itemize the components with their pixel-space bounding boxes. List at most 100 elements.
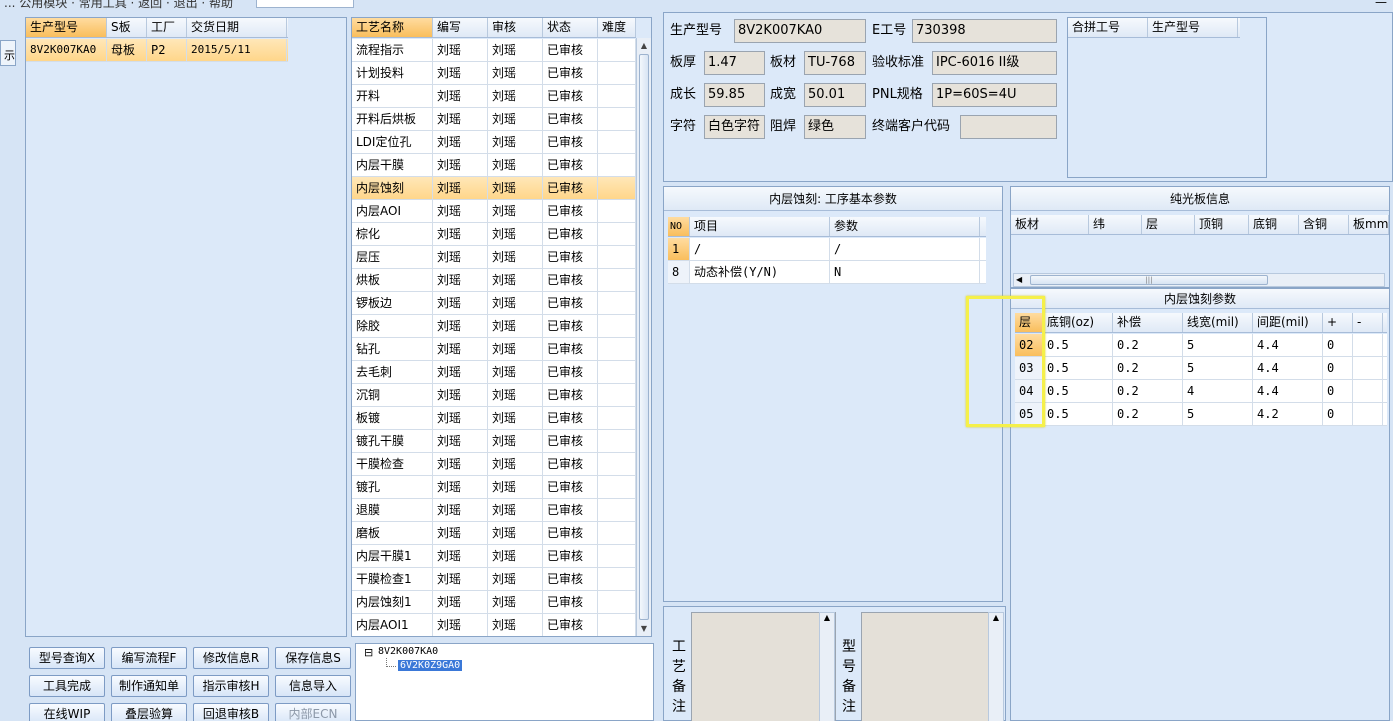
left-side-tab[interactable]: 示 — [0, 40, 16, 66]
model-query-button[interactable]: 型号查询X — [29, 647, 105, 669]
make-notice-button[interactable]: 制作通知单 — [111, 675, 187, 697]
scroll-up-icon[interactable]: ▲ — [638, 39, 650, 52]
col-process-name[interactable]: 工艺名称 — [352, 18, 433, 37]
online-wip-button[interactable]: 在线WIP — [29, 703, 105, 721]
customer-code-field[interactable] — [960, 115, 1057, 139]
process-row[interactable]: 开料 刘瑶 刘瑶 已审核 — [352, 85, 636, 108]
process-row[interactable]: 除胶 刘瑶 刘瑶 已审核 — [352, 315, 636, 338]
top-search-box[interactable] — [256, 0, 354, 8]
tree-expander-icon[interactable]: ⊟ — [364, 646, 373, 659]
eno-field[interactable]: 730398 — [912, 19, 1057, 43]
col-model[interactable]: 生产型号 — [26, 18, 107, 37]
process-row[interactable]: 开料后烘板 刘瑶 刘瑶 已审核 — [352, 108, 636, 131]
close-icon[interactable]: — — [1375, 0, 1387, 9]
info-import-button[interactable]: 信息导入 — [275, 675, 351, 697]
process-row[interactable]: 内层蚀刻 刘瑶 刘瑶 已审核 — [352, 177, 636, 200]
col-plus[interactable]: + — [1323, 313, 1353, 332]
process-row[interactable]: 烘板 刘瑶 刘瑶 已审核 — [352, 269, 636, 292]
scroll-down-icon[interactable]: ▼ — [638, 622, 650, 635]
col-param[interactable]: 参数 — [830, 217, 980, 236]
col-weft[interactable]: 纬 — [1089, 215, 1142, 234]
col-layer[interactable]: 层 — [1142, 215, 1195, 234]
thickness-field[interactable]: 1.47 — [704, 51, 765, 75]
standard-field[interactable]: IPC-6016 II级 — [932, 51, 1057, 75]
instruction-review-button[interactable]: 指示审核H — [193, 675, 269, 697]
table-row[interactable]: 1 / / — [668, 238, 986, 261]
col-item[interactable]: 项目 — [690, 217, 830, 236]
process-row[interactable]: 内层蚀刻1 刘瑶 刘瑶 已审核 — [352, 591, 636, 614]
plain-board-hscroll[interactable]: ◀ ||| — [1013, 273, 1385, 287]
process-row[interactable]: 镀孔 刘瑶 刘瑶 已审核 — [352, 476, 636, 499]
material-field[interactable]: TU-768 — [804, 51, 866, 75]
width-field[interactable]: 50.01 — [804, 83, 866, 107]
col-line-width[interactable]: 线宽(mil) — [1183, 313, 1253, 332]
table-row[interactable]: 8 动态补偿(Y/N) N — [668, 261, 986, 284]
col-layer-no[interactable]: 层 — [1015, 313, 1043, 332]
col-minus[interactable]: - — [1353, 313, 1383, 332]
tree-child-node[interactable]: 6V2K0Z9GA0 — [398, 660, 463, 671]
col-top-copper[interactable]: 顶铜 — [1195, 215, 1249, 234]
col-no[interactable]: NO — [668, 217, 690, 236]
process-row[interactable]: 去毛刺 刘瑶 刘瑶 已审核 — [352, 361, 636, 384]
layer-row[interactable]: 03 0.5 0.2 5 4.4 0 — [1015, 357, 1387, 380]
process-row[interactable]: 钻孔 刘瑶 刘瑶 已审核 — [352, 338, 636, 361]
process-row[interactable]: LDI定位孔 刘瑶 刘瑶 已审核 — [352, 131, 636, 154]
col-author[interactable]: 编写 — [433, 18, 488, 37]
scroll-left-icon[interactable]: ◀ — [1016, 274, 1022, 286]
process-row[interactable]: 沉铜 刘瑶 刘瑶 已审核 — [352, 384, 636, 407]
process-row[interactable]: 锣板边 刘瑶 刘瑶 已审核 — [352, 292, 636, 315]
col-combine-no[interactable]: 合拼工号 — [1068, 18, 1148, 37]
col-base-copper[interactable]: 底铜(oz) — [1043, 313, 1113, 332]
model-memo-field[interactable] — [861, 612, 1004, 721]
scroll-up-icon[interactable]: ▲ — [820, 613, 834, 622]
layer-row[interactable]: 05 0.5 0.2 5 4.2 0 — [1015, 403, 1387, 426]
col-board-material[interactable]: 板材 — [1011, 215, 1089, 234]
process-row[interactable]: 板镀 刘瑶 刘瑶 已审核 — [352, 407, 636, 430]
process-row[interactable]: 流程指示 刘瑶 刘瑶 已审核 — [352, 39, 636, 62]
modify-info-button[interactable]: 修改信息R — [193, 647, 269, 669]
model-field[interactable]: 8V2K007KA0 — [734, 19, 866, 43]
tree-root-node[interactable]: 8V2K007KA0 — [378, 646, 438, 657]
menu-text[interactable]: ... 公用模块 · 常用工具 · 返回 · 退出 · 帮助 — [4, 0, 233, 10]
process-row[interactable]: 内层干膜1 刘瑶 刘瑶 已审核 — [352, 545, 636, 568]
table-row[interactable]: 8V2K007KA0 母板 P2 2015/5/11 — [26, 39, 288, 62]
soldermask-field[interactable]: 绿色 — [804, 115, 866, 139]
process-row[interactable]: 磨板 刘瑶 刘瑶 已审核 — [352, 522, 636, 545]
pnl-field[interactable]: 1P=60S=4U — [932, 83, 1057, 107]
rollback-review-button[interactable]: 回退审核B — [193, 703, 269, 721]
tool-complete-button[interactable]: 工具完成 — [29, 675, 105, 697]
col-combine-model[interactable]: 生产型号 — [1148, 18, 1238, 37]
process-row[interactable]: 层压 刘瑶 刘瑶 已审核 — [352, 246, 636, 269]
scroll-up-icon[interactable]: ▲ — [989, 613, 1003, 622]
process-row[interactable]: 计划投料 刘瑶 刘瑶 已审核 — [352, 62, 636, 85]
col-board-mm[interactable]: 板mm — [1349, 215, 1389, 234]
col-reviewer[interactable]: 审核 — [488, 18, 543, 37]
length-field[interactable]: 59.85 — [704, 83, 765, 107]
layer-row[interactable]: 04 0.5 0.2 4 4.4 0 — [1015, 380, 1387, 403]
col-status[interactable]: 状态 — [543, 18, 598, 37]
process-row[interactable]: 干膜检查1 刘瑶 刘瑶 已审核 — [352, 568, 636, 591]
col-sboard[interactable]: S板 — [107, 18, 147, 37]
legend-field[interactable]: 白色字符 — [704, 115, 765, 139]
process-memo-scrollbar[interactable]: ▲ — [819, 612, 835, 721]
layer-row[interactable]: 02 0.5 0.2 5 4.4 0 — [1015, 334, 1387, 357]
scroll-thumb[interactable] — [639, 54, 649, 620]
write-flow-button[interactable]: 编写流程F — [111, 647, 187, 669]
stackup-check-button[interactable]: 叠层验算 — [111, 703, 187, 721]
col-compensation[interactable]: 补偿 — [1113, 313, 1183, 332]
process-row[interactable]: 退膜 刘瑶 刘瑶 已审核 — [352, 499, 636, 522]
process-row[interactable]: 棕化 刘瑶 刘瑶 已审核 — [352, 223, 636, 246]
col-bottom-copper[interactable]: 底铜 — [1249, 215, 1299, 234]
col-factory[interactable]: 工厂 — [147, 18, 187, 37]
process-row[interactable]: 干膜检查 刘瑶 刘瑶 已审核 — [352, 453, 636, 476]
process-row[interactable]: 内层AOI 刘瑶 刘瑶 已审核 — [352, 200, 636, 223]
model-memo-scrollbar[interactable]: ▲ — [988, 612, 1004, 721]
col-difficulty[interactable]: 难度 — [598, 18, 636, 37]
col-delivery-date[interactable]: 交货日期 — [187, 18, 287, 37]
save-info-button[interactable]: 保存信息S — [275, 647, 351, 669]
col-spacing[interactable]: 间距(mil) — [1253, 313, 1323, 332]
scroll-thumb[interactable]: ||| — [1030, 275, 1268, 285]
process-row[interactable]: 镀孔干膜 刘瑶 刘瑶 已审核 — [352, 430, 636, 453]
process-row[interactable]: 内层干膜 刘瑶 刘瑶 已审核 — [352, 154, 636, 177]
col-copper-content[interactable]: 含铜 — [1299, 215, 1349, 234]
